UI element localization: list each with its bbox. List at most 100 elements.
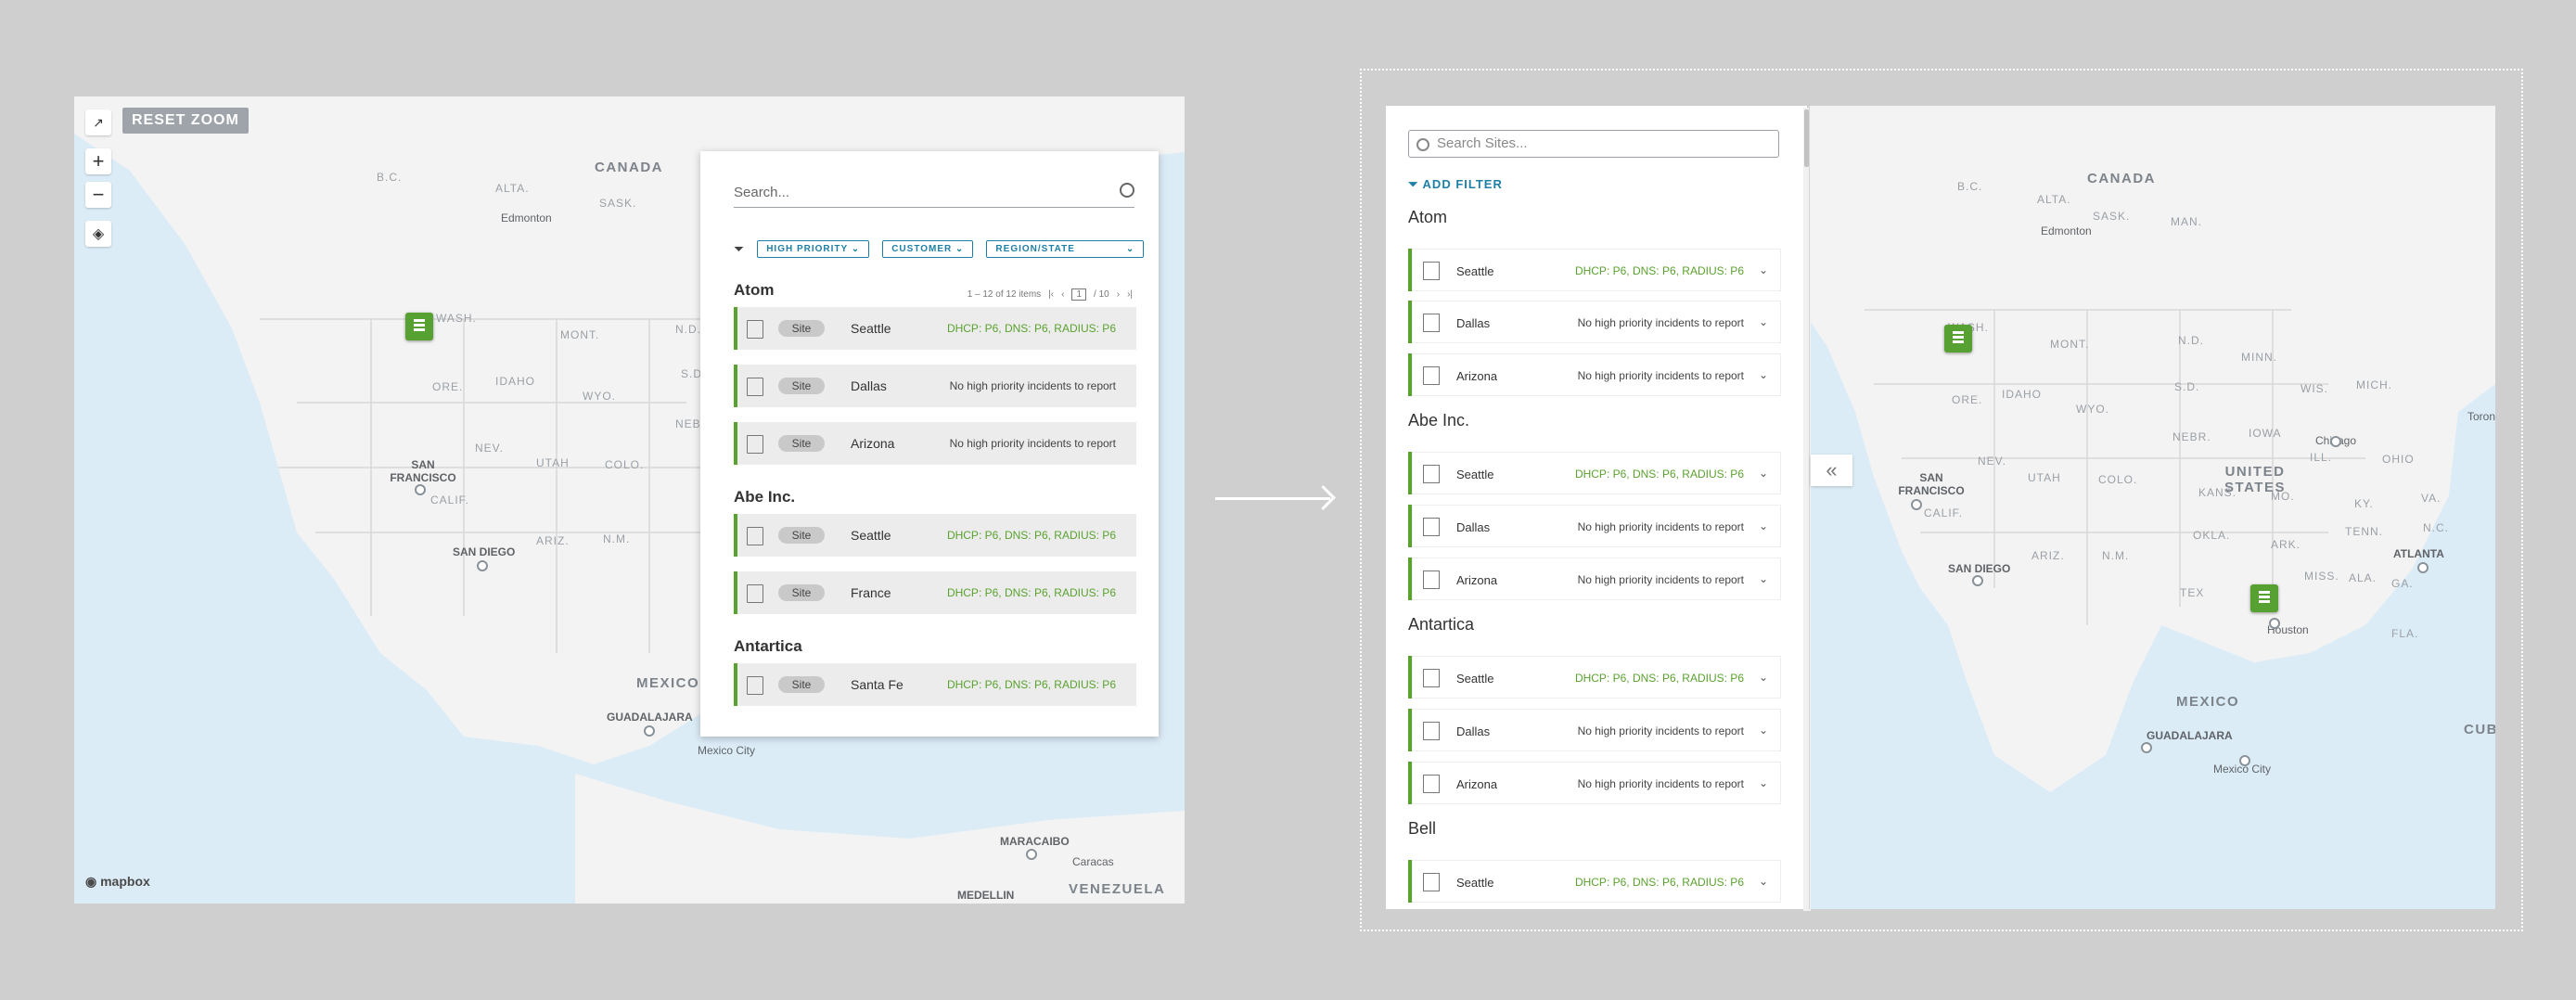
site-row[interactable]: Dallas No high priority incidents to repo…: [1408, 709, 1781, 751]
site-status: No high priority incidents to report: [1577, 369, 1744, 382]
site-status: DHCP: P6, DNS: P6, RADIUS: P6: [946, 529, 1116, 542]
group-heading: Bell: [1408, 819, 1437, 838]
city-label: MEDELLIN: [957, 889, 1015, 902]
site-status: No high priority incidents to report: [1577, 573, 1744, 586]
site-name: Arizona: [1456, 573, 1498, 587]
add-filter-button[interactable]: ⏷ ADD FILTER: [1408, 177, 1503, 192]
site-name: Dallas: [851, 378, 887, 393]
site-row[interactable]: Dallas No high priority incidents to repo…: [1408, 505, 1781, 547]
filter-bar: ⏷ HIGH PRIORITY ⌄ CUSTOMER ⌄ REGION/STAT…: [734, 240, 1145, 258]
prev-page-icon[interactable]: ‹: [1061, 289, 1064, 300]
site-status: DHCP: P6, DNS: P6, RADIUS: P6: [946, 678, 1116, 691]
site-row[interactable]: Seattle DHCP: P6, DNS: P6, RADIUS: P6 ⌄: [1408, 860, 1781, 903]
map-label: S.D: [681, 367, 703, 380]
site-name: Seattle: [1456, 264, 1494, 278]
site-name: Dallas: [1456, 724, 1491, 738]
reset-zoom-button[interactable]: RESET ZOOM: [122, 108, 249, 134]
filter-customer[interactable]: CUSTOMER ⌄: [882, 240, 974, 258]
last-page-icon[interactable]: ›|: [1127, 289, 1133, 300]
building-icon: [1423, 262, 1440, 280]
chevron-down-icon[interactable]: ⌄: [1759, 724, 1768, 737]
double-chevron-left-icon: «: [1826, 458, 1838, 481]
chevron-down-icon[interactable]: ⌄: [1759, 671, 1768, 684]
city-label: GUADALAJARA: [607, 711, 693, 724]
search-input[interactable]: Search...: [734, 185, 1134, 208]
map-label: CANADA: [2087, 171, 2156, 186]
city-dot: [644, 725, 655, 737]
map-label: ORE.: [432, 380, 464, 393]
map-label: TENN.: [2345, 525, 2383, 538]
city-dot: [2417, 562, 2429, 573]
first-page-icon[interactable]: |‹: [1048, 289, 1054, 300]
filter-icon[interactable]: ⏷: [734, 241, 744, 257]
chevron-down-icon[interactable]: ⌄: [1759, 776, 1768, 789]
external-link-icon[interactable]: ↗: [85, 109, 111, 135]
building-icon: [1423, 722, 1440, 740]
site-row[interactable]: Site Arizona No high priority incidents to…: [734, 422, 1136, 465]
map-label: N.M.: [2102, 549, 2130, 562]
map-label: WYO.: [583, 390, 616, 403]
search-icon[interactable]: [1120, 183, 1134, 198]
site-name: Seattle: [1456, 672, 1494, 686]
site-name: Dallas: [1456, 520, 1491, 534]
right-map[interactable]: CANADA B.C. ALTA. SASK. MAN. Edmonton WA…: [1809, 106, 2495, 909]
chevron-down-icon[interactable]: ⌄: [1759, 572, 1768, 585]
city-dot: [2239, 755, 2250, 766]
filter-region-state[interactable]: REGION/STATE ⌄: [986, 240, 1145, 258]
group-heading: Atom: [1408, 208, 1448, 226]
chevron-down-icon[interactable]: ⌄: [1759, 263, 1768, 276]
site-row[interactable]: Seattle DHCP: P6, DNS: P6, RADIUS: P6 ⌄: [1408, 249, 1781, 291]
city-dot: [1972, 575, 1983, 586]
filter-high-priority[interactable]: HIGH PRIORITY ⌄: [757, 240, 870, 258]
city-label: SAN DIEGO: [453, 545, 516, 558]
site-tag: Site: [778, 584, 825, 601]
site-row[interactable]: Site Seattle DHCP: P6, DNS: P6, RADIUS: P6: [734, 514, 1136, 557]
zoom-in-button[interactable]: +: [85, 148, 111, 174]
site-marker-pin[interactable]: [1944, 325, 1972, 353]
site-row[interactable]: Site Seattle DHCP: P6, DNS: P6, RADIUS: P6: [734, 307, 1136, 350]
site-row[interactable]: Arizona No high priority incidents to rep…: [1408, 762, 1781, 804]
building-icon: [747, 435, 763, 454]
zoom-out-button[interactable]: −: [85, 182, 111, 208]
collapse-sidebar-button[interactable]: «: [1811, 455, 1852, 486]
map-label: IDAHO: [495, 375, 536, 388]
site-row[interactable]: Site France DHCP: P6, DNS: P6, RADIUS: P6: [734, 571, 1136, 614]
map-label: CUBA: [2464, 722, 2495, 737]
map-label: KANS.: [2198, 486, 2237, 499]
site-list-panel: Search... ⏷ HIGH PRIORITY ⌄ CUSTOMER ⌄ R…: [700, 151, 1159, 737]
site-row[interactable]: Seattle DHCP: P6, DNS: P6, RADIUS: P6 ⌄: [1408, 452, 1781, 494]
page-input[interactable]: 1: [1071, 288, 1087, 301]
building-icon: [1423, 518, 1440, 536]
site-row[interactable]: Site Dallas No high priority incidents to …: [734, 365, 1136, 407]
chevron-down-icon[interactable]: ⌄: [1759, 519, 1768, 532]
map-label: WYO.: [2076, 403, 2109, 416]
page-total: / 10: [1094, 289, 1109, 300]
next-page-icon[interactable]: ›: [1117, 289, 1120, 300]
map-label: MO.: [2271, 490, 2295, 503]
map-label: ORE.: [1952, 393, 1983, 406]
site-tag: Site: [778, 435, 825, 452]
site-row[interactable]: Seattle DHCP: P6, DNS: P6, RADIUS: P6 ⌄: [1408, 656, 1781, 699]
chevron-down-icon[interactable]: ⌄: [1759, 368, 1768, 381]
site-row[interactable]: Dallas No high priority incidents to repo…: [1408, 301, 1781, 343]
site-marker-pin[interactable]: [405, 313, 433, 340]
map-label: WIS.: [2300, 382, 2328, 395]
site-name: Seattle: [1456, 468, 1494, 481]
site-marker-pin[interactable]: [2250, 584, 2278, 612]
map-label: MEXICO: [636, 675, 700, 691]
site-row[interactable]: Arizona No high priority incidents to rep…: [1408, 353, 1781, 396]
site-row[interactable]: Arizona No high priority incidents to rep…: [1408, 558, 1781, 600]
chevron-down-icon[interactable]: ⌄: [1759, 315, 1768, 328]
city-label: Edmonton: [501, 212, 552, 224]
map-label: COLO.: [605, 458, 645, 471]
chevron-down-icon[interactable]: ⌄: [1759, 467, 1768, 480]
map-label: N.C.: [2423, 521, 2449, 534]
search-sites-input[interactable]: Search Sites...: [1408, 130, 1779, 158]
sidebar-divider: [1809, 106, 1810, 909]
layers-icon[interactable]: ◈: [85, 221, 111, 247]
map-label: WASH.: [436, 312, 477, 325]
chevron-down-icon[interactable]: ⌄: [1759, 875, 1768, 888]
map-label: TEX: [2180, 586, 2205, 599]
map-label: CALIF.: [1924, 506, 1964, 519]
site-row[interactable]: Site Santa Fe DHCP: P6, DNS: P6, RADIUS: P…: [734, 663, 1136, 706]
